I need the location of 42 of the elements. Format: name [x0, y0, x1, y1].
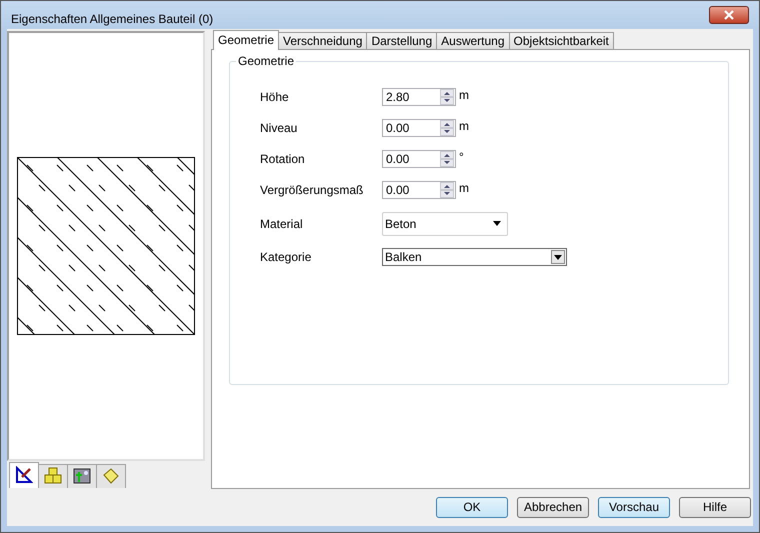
dialog-button[interactable]: OK — [436, 496, 508, 518]
unit-label: m — [459, 88, 469, 102]
caret-icon — [493, 221, 501, 226]
tab[interactable]: Auswertung — [436, 32, 510, 49]
dialog-button[interactable]: Vorschau — [598, 496, 670, 518]
note-icon — [102, 467, 120, 486]
number-field[interactable]: 0.00 — [382, 181, 456, 200]
field-label: Höhe — [260, 90, 290, 104]
dialog-button[interactable]: Hilfe — [679, 496, 751, 518]
spinner-icon[interactable] — [440, 120, 454, 136]
spinner-icon[interactable] — [440, 89, 454, 106]
window-title: Eigenschaften Allgemeines Bauteil (0) — [11, 12, 214, 28]
dialog-button[interactable]: Abbrechen — [517, 496, 589, 518]
spinner-icon[interactable] — [440, 182, 454, 198]
tab[interactable]: Darstellung — [366, 32, 438, 49]
field-label: Rotation — [260, 152, 306, 166]
category-combobox[interactable]: Balken — [382, 248, 567, 266]
field-label: Vergrößerungsmaß — [260, 183, 364, 198]
cubes-icon — [44, 467, 62, 486]
number-field[interactable]: 2.80 — [382, 88, 456, 106]
view-tab[interactable] — [67, 464, 97, 488]
field-label: Niveau — [260, 121, 298, 136]
set-square-pencil-icon — [15, 466, 33, 484]
dropdown-button[interactable] — [551, 250, 565, 264]
unit-label: m — [459, 180, 469, 195]
picture-icon — [73, 467, 91, 486]
view-tab[interactable] — [9, 462, 39, 488]
close-icon — [723, 10, 735, 20]
caret-icon — [554, 254, 562, 260]
number-field[interactable]: 0.00 — [382, 119, 456, 138]
field-label: Kategorie — [260, 250, 312, 264]
group-title: Geometrie — [236, 54, 296, 68]
tab[interactable]: Objektsichtbarkeit — [508, 32, 614, 49]
field-label: Material — [260, 216, 304, 231]
close-button[interactable] — [709, 6, 749, 24]
unit-label: ° — [459, 150, 464, 164]
material-dropdown[interactable]: Beton — [382, 212, 508, 236]
tab[interactable]: Verschneidung — [278, 32, 368, 49]
unit-label: m — [459, 118, 469, 133]
number-field[interactable]: 0.00 — [382, 150, 456, 168]
tab[interactable]: Geometrie — [213, 30, 280, 50]
spinner-icon[interactable] — [440, 151, 454, 168]
